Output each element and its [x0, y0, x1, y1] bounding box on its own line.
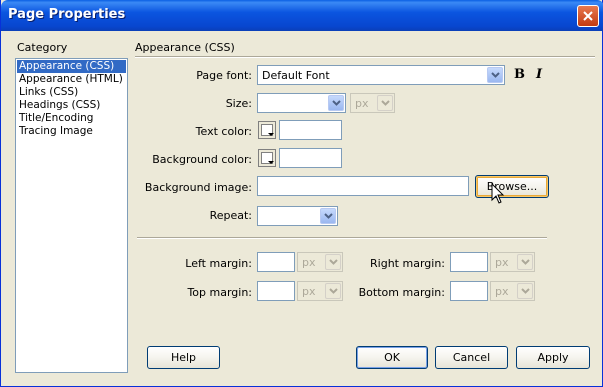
- page-font-label: Page font:: [196, 69, 252, 82]
- chevron-down-icon[interactable]: [320, 208, 336, 224]
- bottom-margin-input[interactable]: [450, 281, 488, 301]
- size-unit-value: px: [355, 97, 369, 110]
- repeat-label: Repeat:: [209, 209, 252, 222]
- category-list[interactable]: Appearance (CSS) Appearance (HTML) Links…: [15, 58, 128, 373]
- left-margin-label: Left margin:: [185, 257, 252, 270]
- left-margin-unit-value: px: [302, 256, 316, 269]
- ok-button[interactable]: OK: [356, 346, 428, 369]
- top-margin-label: Top margin:: [187, 286, 252, 299]
- bold-button[interactable]: B: [514, 67, 525, 82]
- right-margin-label: Right margin:: [370, 257, 445, 270]
- text-color-picker[interactable]: [258, 121, 276, 139]
- category-item-tracing-image[interactable]: Tracing Image: [17, 125, 126, 138]
- bottom-margin-unit-value: px: [495, 285, 509, 298]
- right-margin-unit-value: px: [495, 256, 509, 269]
- category-label: Category: [17, 41, 68, 54]
- window-title: Page Properties: [8, 7, 126, 22]
- background-color-label: Background color:: [152, 153, 252, 166]
- text-color-label: Text color:: [195, 125, 252, 138]
- cancel-button[interactable]: Cancel: [435, 346, 508, 369]
- right-margin-unit-select: px: [490, 252, 535, 272]
- panel-title: Appearance (CSS): [135, 41, 235, 54]
- dropdown-triangle-icon: [268, 161, 274, 164]
- title-bar[interactable]: Page Properties: [1, 0, 603, 31]
- chevron-down-icon: [517, 254, 533, 270]
- category-item-appearance-css[interactable]: Appearance (CSS): [17, 60, 126, 73]
- dropdown-triangle-icon: [268, 133, 274, 136]
- size-label: Size:: [225, 97, 252, 110]
- browse-button[interactable]: Browse...: [475, 175, 549, 198]
- background-color-picker[interactable]: [258, 149, 276, 167]
- close-icon: [583, 11, 593, 21]
- background-color-input[interactable]: [279, 148, 342, 168]
- chevron-down-icon: [377, 95, 393, 111]
- left-margin-input[interactable]: [257, 252, 295, 272]
- section-divider: [137, 237, 547, 239]
- top-margin-input[interactable]: [257, 281, 295, 301]
- chevron-down-icon: [517, 283, 533, 299]
- chevron-down-icon: [325, 254, 341, 270]
- background-image-input[interactable]: [257, 176, 469, 196]
- category-item-headings-css[interactable]: Headings (CSS): [17, 99, 126, 112]
- left-margin-unit-select: px: [297, 252, 343, 272]
- close-button[interactable]: [577, 5, 599, 27]
- page-font-select[interactable]: Default Font: [257, 65, 505, 85]
- mouse-pointer-icon: [491, 183, 505, 204]
- italic-button[interactable]: I: [536, 67, 542, 82]
- top-margin-unit-select: px: [297, 281, 343, 301]
- text-color-input[interactable]: [279, 120, 342, 140]
- bottom-margin-unit-select: px: [490, 281, 535, 301]
- bottom-margin-label: Bottom margin:: [358, 286, 445, 299]
- chevron-down-icon[interactable]: [328, 95, 344, 111]
- chevron-down-icon: [325, 283, 341, 299]
- top-margin-unit-value: px: [302, 285, 316, 298]
- right-margin-input[interactable]: [450, 252, 488, 272]
- help-button[interactable]: Help: [147, 346, 220, 369]
- page-font-value: Default Font: [262, 69, 330, 82]
- category-item-title-encoding[interactable]: Title/Encoding: [17, 112, 126, 125]
- apply-button[interactable]: Apply: [516, 346, 590, 369]
- background-image-label: Background image:: [144, 181, 252, 194]
- page-properties-dialog: Page Properties Category Appearance (CSS…: [0, 0, 603, 387]
- chevron-down-icon[interactable]: [487, 67, 503, 83]
- category-item-appearance-html[interactable]: Appearance (HTML): [17, 73, 126, 86]
- size-select[interactable]: [257, 93, 346, 113]
- category-item-links-css[interactable]: Links (CSS): [17, 86, 126, 99]
- size-unit-select: px: [350, 93, 395, 113]
- panel-divider: [135, 56, 595, 58]
- repeat-select[interactable]: [257, 206, 338, 226]
